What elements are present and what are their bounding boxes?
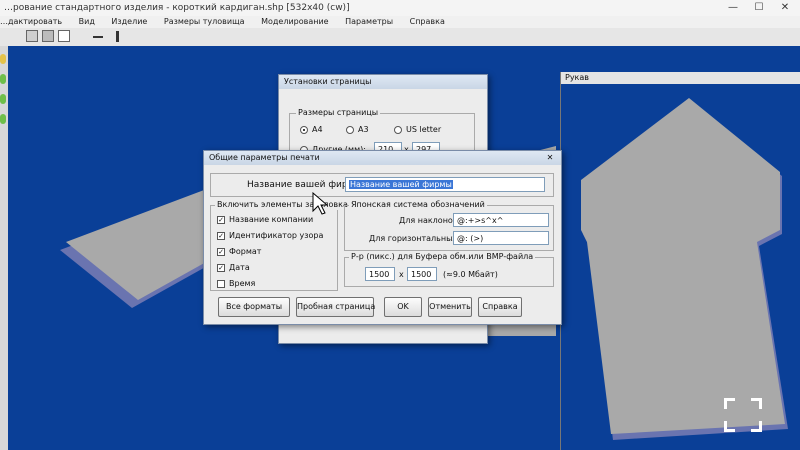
page-icon[interactable] <box>42 30 54 42</box>
menu-modeling[interactable]: Моделирование <box>261 17 329 26</box>
maximize-button[interactable]: ☐ <box>746 0 772 16</box>
menu-item[interactable]: Изделие <box>111 17 147 26</box>
company-name-input[interactable]: Название вашей фирмы <box>345 177 545 192</box>
menu-body-sizes[interactable]: Размеры туловища <box>164 17 245 26</box>
buffer-size-info: (≈9.0 Мбайт) <box>443 270 498 279</box>
sleeve-drawing <box>581 98 788 440</box>
toolbar <box>0 28 800 47</box>
checkbox-format[interactable]: ✓ <box>217 248 225 256</box>
checkbox-pattern-id[interactable]: ✓ <box>217 232 225 240</box>
company-row: Название вашей фирмы Название вашей фирм… <box>210 173 554 197</box>
japanese-notation-label: Японская система обозначений <box>349 200 487 210</box>
window-title-bar: …рование стандартного изделия - короткий… <box>0 0 800 16</box>
menu-parameters[interactable]: Параметры <box>345 17 393 26</box>
menu-bar: …дактировать Вид Изделие Размеры туловищ… <box>0 16 800 28</box>
window-title: …рование стандартного изделия - короткий… <box>4 3 350 13</box>
checkbox-company-name-label: Название компании <box>229 215 314 224</box>
radio-us-letter-label: US letter <box>406 125 442 134</box>
slopes-label: Для наклонов <box>399 216 458 225</box>
menu-view[interactable]: Вид <box>79 17 95 26</box>
radio-a4-label: A4 <box>312 125 323 134</box>
green-indicator-icon[interactable] <box>0 114 6 124</box>
green-indicator-icon[interactable] <box>0 94 6 104</box>
all-formats-button[interactable]: Все форматы <box>218 297 290 317</box>
company-name-selection: Название вашей фирмы <box>349 180 453 189</box>
include-header-label: Включить элементы заголовка <box>215 200 350 210</box>
yellow-indicator-icon[interactable] <box>0 54 6 64</box>
radio-a3[interactable] <box>346 126 354 134</box>
sleeve-panel-title: Рукав <box>561 72 800 84</box>
print-icon[interactable] <box>58 30 70 42</box>
divider-icon[interactable] <box>116 31 119 42</box>
checkbox-pattern-id-label: Идентификатор узора <box>229 231 324 240</box>
ok-button[interactable]: OK <box>384 297 422 317</box>
menu-edit[interactable]: …дактировать <box>0 17 62 26</box>
menu-help[interactable]: Справка <box>410 17 445 26</box>
close-button[interactable]: ✕ <box>772 0 798 16</box>
page-size-label: Размеры страницы <box>296 108 381 118</box>
page-setup-title: Установки страницы <box>279 75 487 89</box>
horizontal-edges-input[interactable]: @: (>) <box>453 231 549 245</box>
buffer-x-label: x <box>399 270 404 279</box>
mouse-cursor-icon <box>312 192 328 215</box>
sleeve-panel[interactable]: Рукав <box>560 72 800 450</box>
help-button[interactable]: Справка <box>478 297 522 317</box>
checkbox-date-label: Дата <box>229 263 250 272</box>
checkbox-time[interactable] <box>217 280 225 288</box>
radio-a4[interactable] <box>300 126 308 134</box>
test-page-button[interactable]: Пробная страница <box>296 297 375 317</box>
slopes-input[interactable]: @:+>s^x^ <box>453 213 549 227</box>
sleeve-piece <box>581 98 785 434</box>
radio-us-letter[interactable] <box>394 126 402 134</box>
cancel-button[interactable]: Отменить <box>428 297 472 317</box>
buffer-size-label: Р-р (пикс.) для Буфера обм.или BMP-файла <box>349 252 536 262</box>
green-indicator-icon[interactable] <box>0 74 6 84</box>
dialog-close-icon[interactable]: ✕ <box>545 153 555 163</box>
print-dialog-title: Общие параметры печати <box>204 151 561 165</box>
grid-icon[interactable] <box>26 30 38 42</box>
fullscreen-icon[interactable] <box>724 398 762 432</box>
checkbox-company-name[interactable]: ✓ <box>217 216 225 224</box>
checkbox-date[interactable]: ✓ <box>217 264 225 272</box>
checkbox-format-label: Формат <box>229 247 262 256</box>
japanese-notation-group: Японская система обозначений Для наклоно… <box>344 200 554 251</box>
buffer-width-input[interactable]: 1500 <box>365 267 395 281</box>
buffer-size-group: Р-р (пикс.) для Буфера обм.или BMP-файла… <box>344 252 554 287</box>
include-header-group: Включить элементы заголовка ✓ Название к… <box>210 200 350 291</box>
print-settings-dialog[interactable]: Общие параметры печати ✕ Название вашей … <box>203 150 562 325</box>
line-tool-icon[interactable] <box>93 36 103 38</box>
minimize-button[interactable]: — <box>720 0 746 16</box>
radio-a3-label: A3 <box>358 125 369 134</box>
buffer-height-input[interactable]: 1500 <box>407 267 437 281</box>
checkbox-time-label: Время <box>229 279 256 288</box>
